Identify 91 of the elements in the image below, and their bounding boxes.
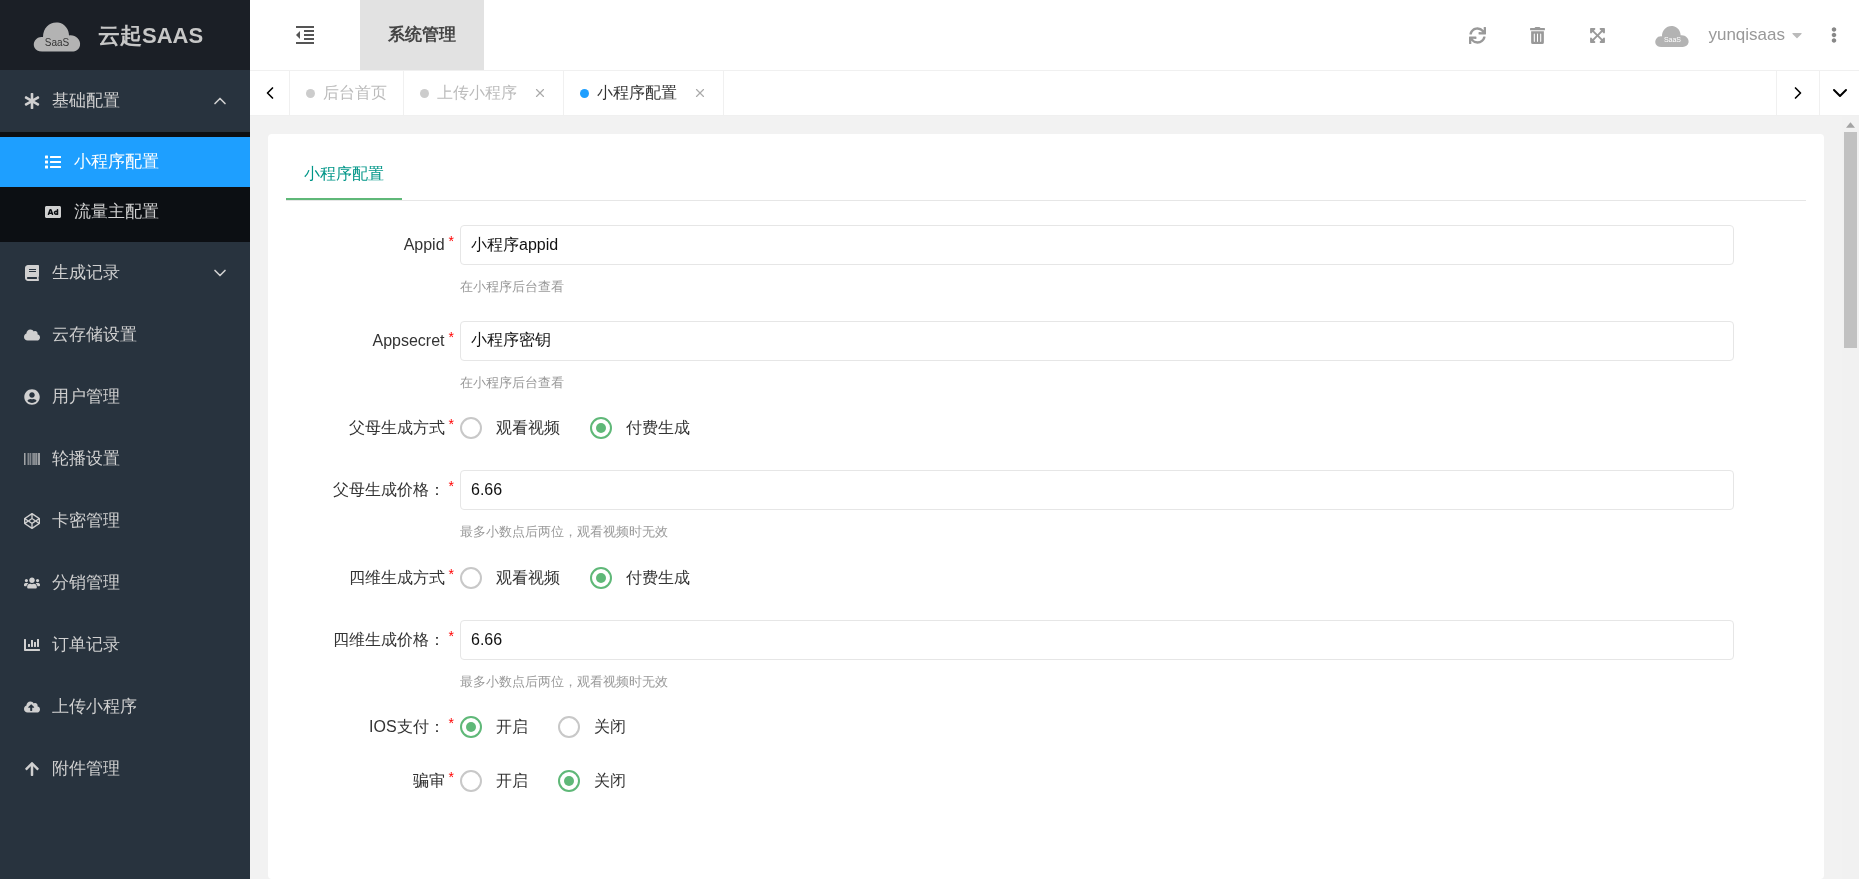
top-menu-tab[interactable]: 系统管理	[360, 0, 484, 70]
book-icon	[24, 265, 40, 281]
input-field[interactable]: 小程序密钥	[460, 320, 1734, 361]
radio-label: 付费生成	[626, 418, 690, 438]
sidebar-item[interactable]: 订单记录	[0, 614, 250, 676]
sidebar-item[interactable]: 云存储设置	[0, 304, 250, 366]
radio-label: 关闭	[594, 771, 626, 791]
radio-button[interactable]	[590, 417, 612, 439]
sidebar-item-label: 卡密管理	[52, 510, 121, 533]
cloud-icon	[24, 327, 40, 343]
sidebar-item-label: 用户管理	[52, 386, 121, 409]
radio-button[interactable]	[558, 770, 580, 792]
field-label: 四维生成价格：	[332, 629, 445, 650]
radio-label: 观看视频	[496, 418, 560, 438]
required-mark: *	[448, 327, 454, 347]
user-icon	[24, 389, 40, 405]
radio-button[interactable]	[460, 770, 482, 792]
cloud-upload-icon	[24, 699, 40, 715]
sidebar-item-label: 上传小程序	[52, 696, 138, 719]
logo-badge-text: SaaS	[44, 36, 70, 50]
field-label: Appid	[403, 235, 445, 255]
tab-label: 后台首页	[323, 83, 387, 103]
required-mark: *	[448, 626, 454, 646]
required-mark: *	[448, 768, 454, 787]
asterisk-icon	[24, 93, 40, 109]
help-text: 最多小数点后两位，观看视频时无效	[460, 672, 669, 691]
scrollbar-thumb[interactable]	[1844, 132, 1857, 348]
sidebar-item[interactable]: 上传小程序	[0, 676, 250, 738]
radio-label: 开启	[496, 771, 528, 791]
sidebar-item[interactable]: 轮播设置	[0, 428, 250, 490]
indent-decrease-icon	[293, 23, 317, 47]
field-label: 四维生成方式	[348, 567, 445, 588]
field-label: IOS支付：	[369, 717, 445, 737]
sidebar-item-label: 轮播设置	[52, 448, 121, 471]
cube-icon	[24, 513, 40, 529]
sidebar-item[interactable]: 卡密管理	[0, 490, 250, 552]
radio-button[interactable]	[590, 566, 612, 589]
field-label: 父母生成价格：	[332, 480, 445, 500]
tab-label: 上传小程序	[437, 83, 517, 103]
arrow-up-icon	[24, 761, 40, 777]
sidebar-item[interactable]: 用户管理	[0, 366, 250, 428]
refresh-icon[interactable]	[1469, 26, 1487, 44]
close-icon[interactable]	[693, 86, 707, 100]
ad-icon	[44, 204, 62, 220]
sidebar-item-label: 基础配置	[52, 90, 121, 113]
submenu-item-label: 小程序配置	[74, 151, 159, 174]
help-text: 在小程序后台查看	[460, 278, 565, 296]
input-field[interactable]: 6.66	[460, 619, 1734, 660]
sidebar-item-label: 云存储设置	[52, 324, 138, 347]
sidebar-item-label: 分销管理	[52, 572, 121, 595]
users-icon	[24, 575, 40, 591]
bar-chart-icon	[24, 637, 40, 653]
required-mark: *	[448, 714, 454, 733]
scroll-up-icon[interactable]	[1846, 122, 1855, 128]
submenu-item-label: 流量主配置	[74, 201, 159, 224]
input-field[interactable]: 小程序appid	[460, 225, 1734, 265]
radio-button[interactable]	[460, 716, 482, 738]
logo-title: 云起SAAS	[98, 21, 204, 50]
page-tab[interactable]: 小程序配置	[564, 71, 724, 115]
fullscreen-icon[interactable]	[1589, 26, 1607, 44]
form-tab[interactable]: 小程序配置	[286, 154, 402, 200]
list-icon	[44, 154, 62, 170]
radio-button[interactable]	[460, 417, 482, 439]
barcode-icon	[24, 451, 40, 467]
required-mark: *	[448, 415, 454, 434]
field-label: 父母生成方式	[348, 418, 445, 438]
trash-icon[interactable]	[1530, 26, 1546, 44]
help-text: 在小程序后台查看	[460, 373, 565, 392]
sidebar-item-label: 生成记录	[52, 262, 121, 285]
tab-label: 小程序配置	[597, 83, 677, 103]
sidebar-item[interactable]: 基础配置	[0, 70, 250, 132]
field-label: 骗审	[412, 771, 445, 791]
sidebar-item[interactable]: 生成记录	[0, 242, 250, 304]
sidebar-item-label: 附件管理	[52, 758, 121, 781]
radio-label: 关闭	[594, 717, 626, 737]
radio-label: 付费生成	[626, 567, 690, 588]
radio-label: 观看视频	[496, 567, 560, 588]
required-mark: *	[448, 232, 454, 251]
radio-button[interactable]	[460, 566, 482, 589]
submenu-item[interactable]: 流量主配置	[0, 187, 250, 237]
required-mark: *	[448, 477, 454, 496]
sidebar-item-label: 订单记录	[52, 634, 121, 657]
close-icon[interactable]	[533, 86, 547, 100]
field-label: Appsecret	[372, 330, 445, 351]
input-field[interactable]: 6.66	[460, 470, 1734, 510]
sidebar-item[interactable]: 分销管理	[0, 552, 250, 614]
radio-label: 开启	[496, 717, 528, 737]
required-mark: *	[448, 564, 454, 584]
help-text: 最多小数点后两位，观看视频时无效	[460, 523, 669, 541]
sidebar-item[interactable]: 附件管理	[0, 738, 250, 800]
radio-button[interactable]	[558, 716, 580, 738]
